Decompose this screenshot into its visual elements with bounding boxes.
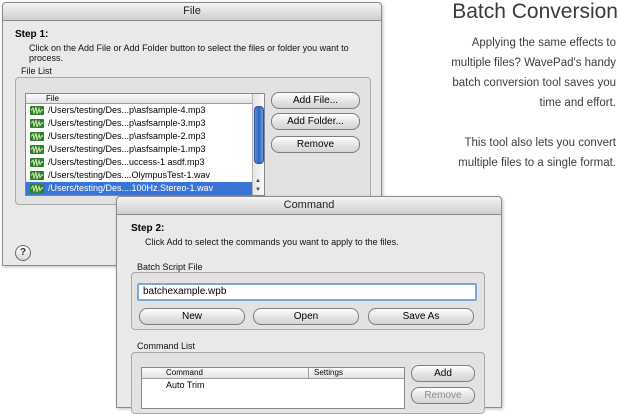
- file-path: /Users/testing/Des...uccess-1 asdf.mp3: [48, 157, 205, 167]
- scroll-thumb[interactable]: [254, 106, 264, 164]
- command-window-title: Command: [117, 197, 501, 215]
- file-window-title: File: [3, 3, 381, 21]
- command-list-header: Command Settings: [142, 368, 404, 379]
- audio-file-icon: [30, 145, 44, 154]
- add-file-button[interactable]: Add File...: [271, 92, 360, 109]
- command-row[interactable]: Auto Trim: [142, 379, 404, 392]
- step2-description: Click Add to select the commands you wan…: [145, 237, 399, 247]
- audio-file-icon: [30, 106, 44, 115]
- file-path: /Users/testing/Des...p\asfsample-4.mp3: [48, 105, 206, 115]
- promo-line: This tool also lets you convert: [464, 137, 617, 149]
- command-window: Command Step 2: Click Add to select the …: [116, 196, 502, 414]
- step2-title: Step 2:: [131, 223, 165, 234]
- promo-line: time and effort.: [539, 97, 617, 109]
- column-divider: [308, 368, 309, 378]
- help-button[interactable]: ?: [15, 245, 31, 261]
- step1-title: Step 1:: [15, 29, 49, 40]
- file-path: /Users/testing/Des...p\asfsample-3.mp3: [48, 118, 206, 128]
- promo-line: Applying the same effects to: [471, 37, 616, 49]
- promo-line: batch conversion tool saves you: [452, 77, 616, 89]
- file-list-scrollbar[interactable]: ▲ ▼: [252, 94, 264, 195]
- promo-paragraph-2: This tool also lets you convert multiple…: [458, 133, 616, 173]
- step1-description: Click on the Add File or Add Folder butt…: [29, 43, 349, 63]
- file-row[interactable]: /Users/testing/Des...uccess-1 asdf.mp3: [26, 156, 253, 169]
- command-list[interactable]: Command Settings Auto Trim: [141, 367, 405, 409]
- file-path: /Users/testing/Des....OlympusTest-1.wav: [48, 170, 211, 180]
- file-row[interactable]: /Users/testing/Des...p\asfsample-3.mp3: [26, 117, 253, 130]
- audio-file-icon: [30, 171, 44, 180]
- file-row[interactable]: /Users/testing/Des....OlympusTest-1.wav: [26, 169, 253, 182]
- remove-file-button[interactable]: Remove: [271, 136, 360, 153]
- command-column-header[interactable]: Command: [166, 368, 203, 378]
- file-list[interactable]: File /Users/testing/Des...p\asfsample-4.…: [25, 93, 265, 196]
- promo-paragraph-1: Applying the same effects to multiple fi…: [451, 33, 616, 113]
- audio-file-icon: [30, 158, 44, 167]
- file-path: /Users/testing/Des...p\asfsample-2.mp3: [48, 131, 206, 141]
- file-path: /Users/testing/Des...p\asfsample-1.mp3: [48, 144, 206, 154]
- save-as-button[interactable]: Save As: [368, 308, 474, 325]
- audio-file-icon: [30, 184, 44, 193]
- scroll-up-arrow[interactable]: ▲: [255, 178, 261, 184]
- file-column-header[interactable]: File: [26, 94, 264, 104]
- scroll-down-arrow[interactable]: ▼: [255, 187, 261, 193]
- batch-script-input[interactable]: batchexample.wpb: [137, 283, 477, 301]
- remove-command-button[interactable]: Remove: [411, 387, 475, 404]
- command-list-label: Command List: [137, 341, 196, 351]
- new-button[interactable]: New: [139, 308, 245, 325]
- settings-column-header[interactable]: Settings: [314, 368, 343, 378]
- add-command-button[interactable]: Add: [411, 365, 475, 382]
- open-button[interactable]: Open: [253, 308, 359, 325]
- add-folder-button[interactable]: Add Folder...: [271, 113, 360, 130]
- file-row[interactable]: /Users/testing/Des...p\asfsample-2.mp3: [26, 130, 253, 143]
- promo-line: multiple files? WavePad's handy: [451, 57, 616, 69]
- audio-file-icon: [30, 119, 44, 128]
- file-rows: /Users/testing/Des...p\asfsample-4.mp3/U…: [26, 104, 253, 195]
- batch-script-label: Batch Script File: [137, 262, 203, 272]
- file-row[interactable]: /Users/testing/Des...p\asfsample-1.mp3: [26, 143, 253, 156]
- command-name: Auto Trim: [166, 380, 205, 390]
- audio-file-icon: [30, 132, 44, 141]
- file-row[interactable]: /Users/testing/Des...p\asfsample-4.mp3: [26, 104, 253, 117]
- promo-heading: Batch Conversion: [452, 0, 618, 23]
- file-row[interactable]: /Users/testing/Des....100Hz.Stereo-1.wav: [26, 182, 253, 195]
- promo-line: multiple files to a single format.: [458, 157, 616, 169]
- file-path: /Users/testing/Des....100Hz.Stereo-1.wav: [48, 183, 214, 193]
- file-list-label: File List: [21, 66, 53, 76]
